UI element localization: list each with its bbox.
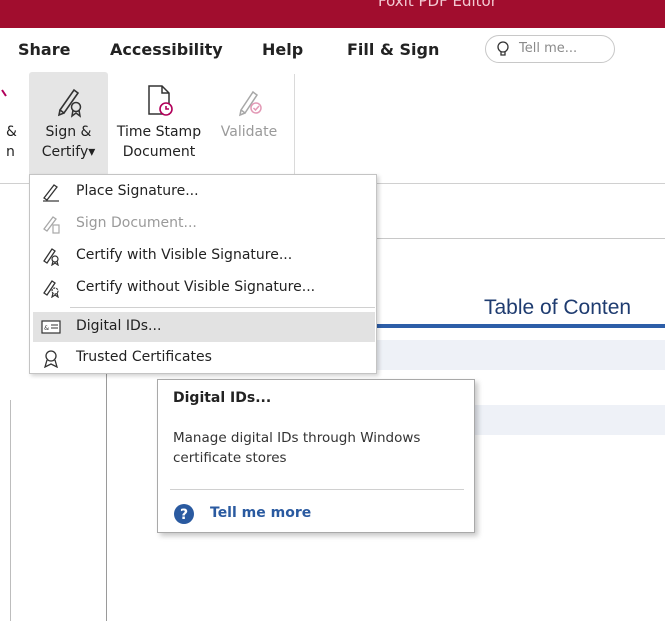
menu-separator: [70, 307, 375, 308]
menu-item-label: Certify without Visible Signature...: [76, 279, 316, 295]
menu-item-label: Certify with Visible Signature...: [76, 247, 293, 263]
sign-document-icon: [43, 216, 60, 234]
validate-label: Validate: [220, 124, 278, 140]
sign-certify-icon: [57, 88, 81, 118]
lightbulb-icon: [497, 41, 509, 56]
menu-item-place-signature[interactable]: Place Signature...: [33, 177, 375, 207]
id-card-icon: &: [41, 320, 61, 334]
tell-me-placeholder: Tell me...: [519, 41, 578, 56]
tab-share[interactable]: Share: [18, 40, 70, 59]
title-bar: Foxit PDF Editor: [0, 0, 665, 28]
time-stamp-document-button[interactable]: Time Stamp Document: [113, 72, 205, 176]
tooltip-separator: [170, 489, 464, 490]
tell-me-search[interactable]: Tell me...: [485, 35, 615, 63]
menu-item-label: Trusted Certificates: [76, 349, 212, 365]
time-stamp-label-1: Time Stamp: [116, 124, 202, 140]
ribbon-partial-button[interactable]: & n: [0, 72, 28, 176]
menu-item-label: Place Signature...: [76, 183, 199, 199]
partial-label-2: n: [6, 144, 15, 160]
certify-invisible-icon: [43, 280, 59, 298]
tell-me-more-link[interactable]: Tell me more: [210, 505, 311, 521]
navigation-pane-edge: [10, 400, 11, 621]
validate-button[interactable]: Validate: [209, 72, 289, 176]
menu-item-certify-invisible[interactable]: Certify without Visible Signature...: [33, 273, 375, 303]
tooltip-title: Digital IDs...: [173, 390, 272, 406]
help-circle-icon[interactable]: ?: [173, 503, 195, 525]
menu-item-trusted-certificates[interactable]: Trusted Certificates: [33, 343, 375, 373]
svg-text:&: &: [44, 324, 49, 332]
sign-certify-button[interactable]: Sign & Certify▾: [29, 72, 108, 176]
chevron-down-icon: ▾: [88, 144, 96, 160]
menu-item-label: Digital IDs...: [76, 318, 162, 334]
menu-item-sign-document[interactable]: Sign Document...: [33, 209, 375, 239]
time-stamp-label-2: Document: [122, 144, 196, 160]
menu-item-certify-visible[interactable]: Certify with Visible Signature...: [33, 241, 375, 271]
ribbon-group-separator: [294, 74, 295, 174]
certify-visible-icon: [43, 248, 59, 266]
partial-icon: [1, 89, 7, 97]
ribbon-badge-icon: [44, 350, 58, 368]
partial-label-1: &: [6, 124, 17, 140]
svg-text:?: ?: [180, 507, 188, 523]
tooltip-description: Manage digital IDs through Windows certi…: [173, 430, 421, 466]
time-stamp-icon: [148, 85, 173, 116]
sign-certify-label-2: Certify▾: [41, 144, 96, 160]
document-heading: Table of Conten: [484, 296, 632, 319]
tab-fill-sign[interactable]: Fill & Sign: [347, 40, 439, 59]
validate-icon: [238, 90, 262, 117]
sign-certify-label-1: Sign &: [45, 124, 92, 140]
menu-item-label: Sign Document...: [76, 215, 197, 231]
digital-ids-tooltip: Digital IDs... Manage digital IDs throug…: [157, 379, 475, 533]
tab-help[interactable]: Help: [262, 40, 303, 59]
window-title: Foxit PDF Editor: [378, 0, 497, 10]
pen-signature-icon: [43, 184, 59, 202]
menu-item-digital-ids[interactable]: & Digital IDs...: [33, 312, 375, 342]
sign-certify-dropdown: Place Signature... Sign Document... Cert…: [29, 174, 377, 374]
tab-accessibility[interactable]: Accessibility: [110, 40, 223, 59]
